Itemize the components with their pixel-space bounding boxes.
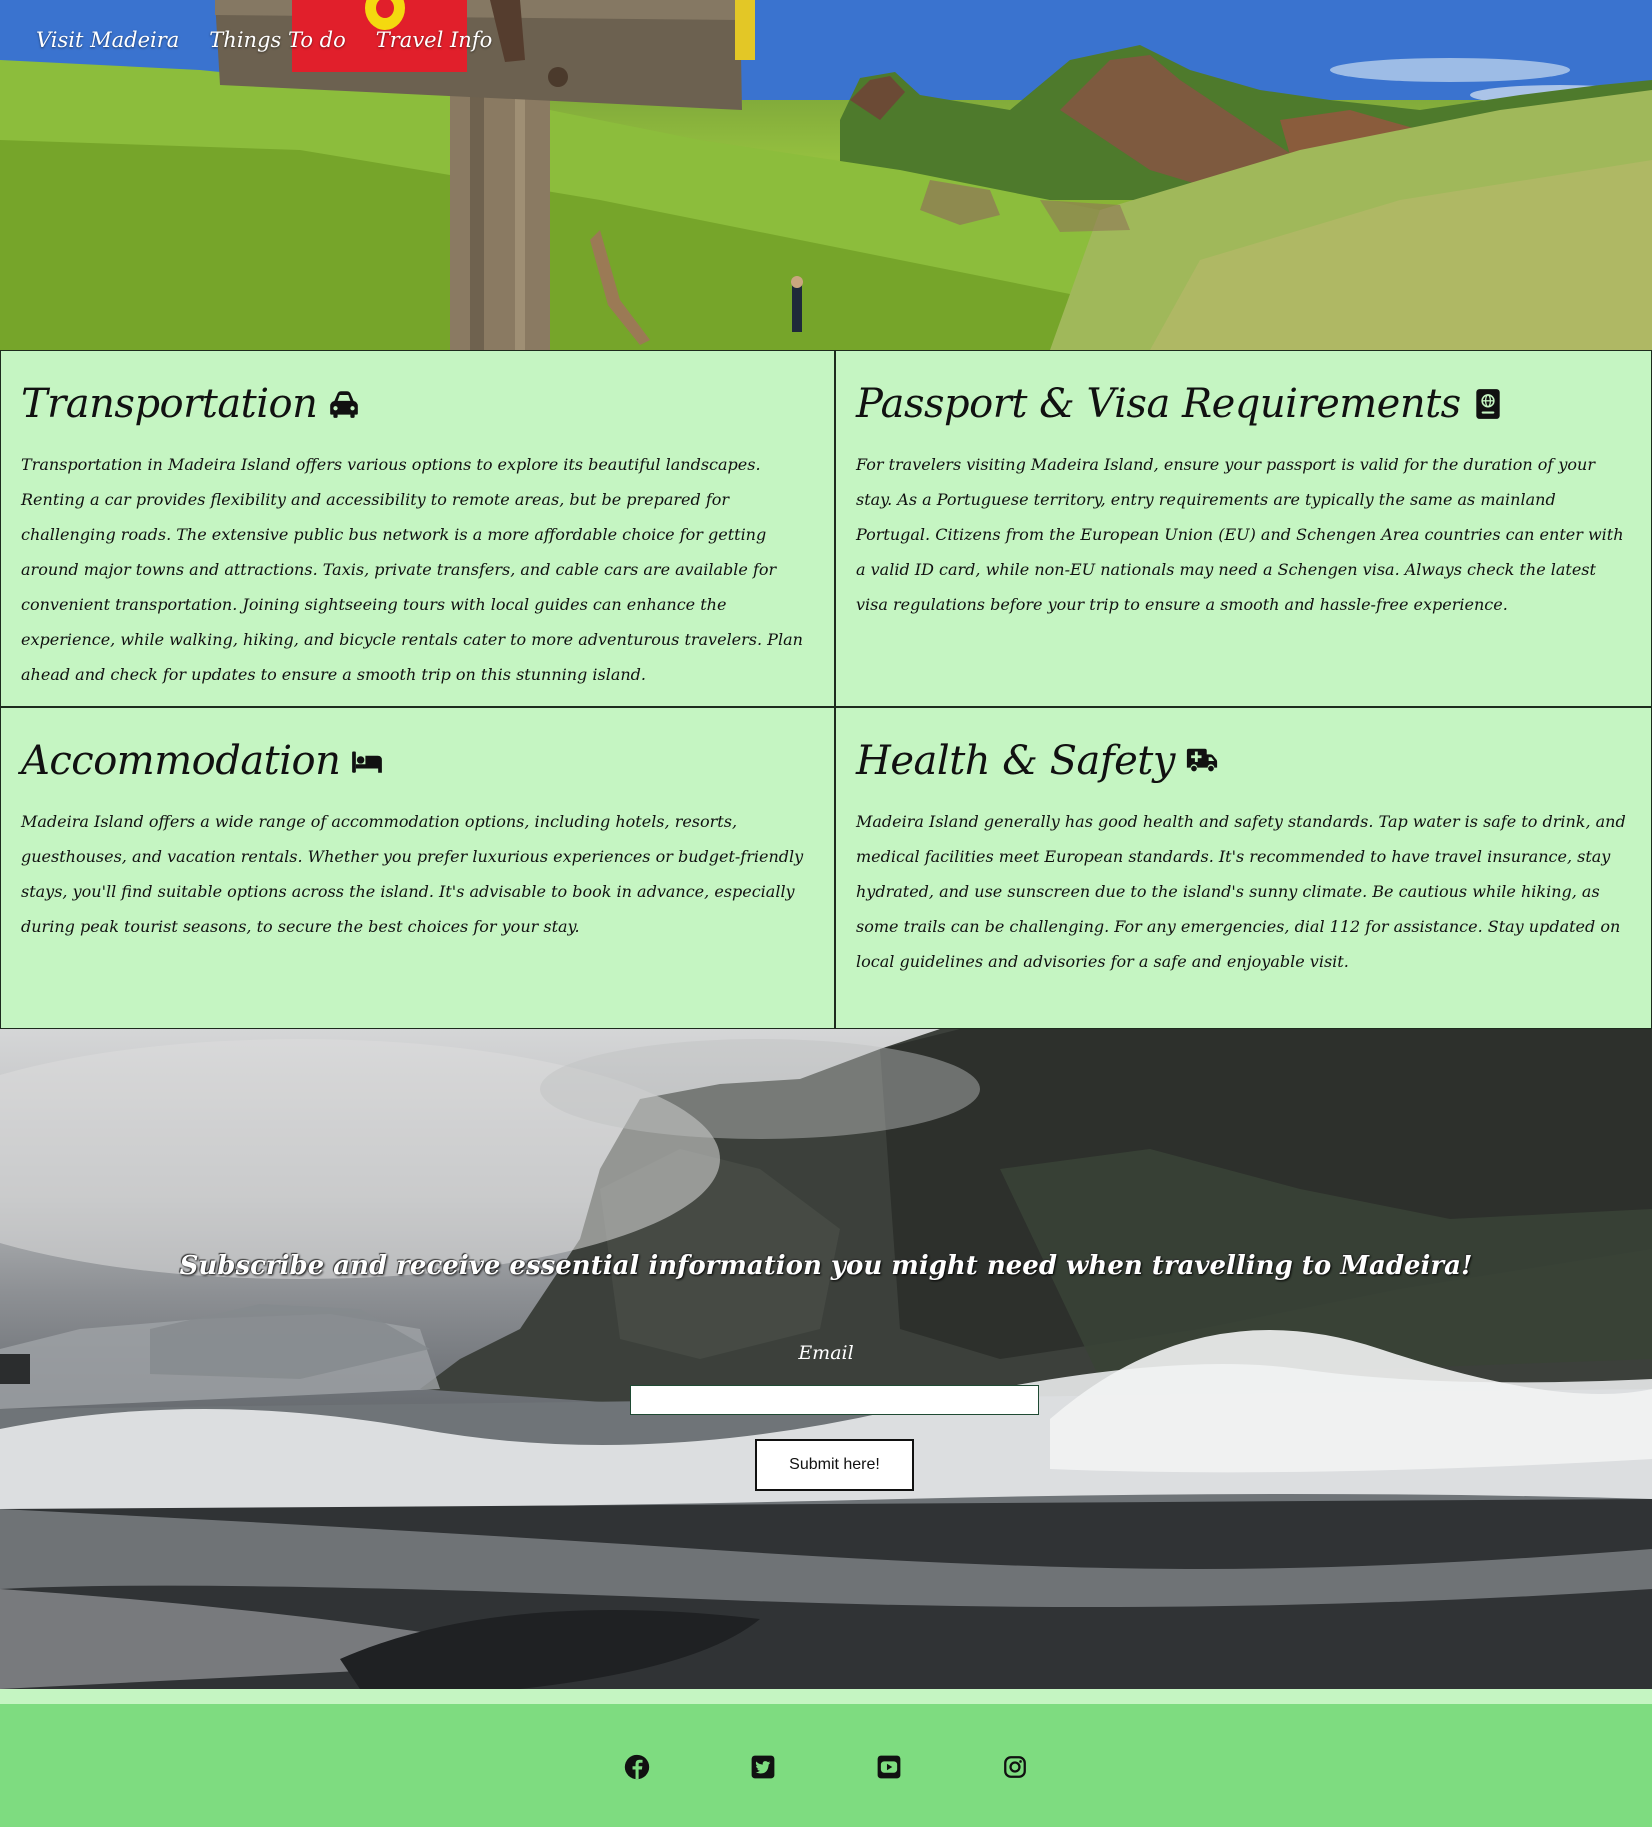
transportation-card: Transportation Transportation in Madeira… [0,350,835,707]
submit-button[interactable]: Submit here! [755,1439,914,1491]
passport-visa-heading: Passport & Visa Requirements [856,381,1631,427]
subscribe-title: Subscribe and receive essential informat… [179,1251,1473,1281]
transportation-heading: Transportation [21,381,814,427]
nav-travel-info[interactable]: Travel Info [376,28,492,52]
email-field[interactable] [630,1385,1039,1415]
hero-banner: Visit Madeira Things To do Travel Info [0,0,1652,350]
subscribe-section: Subscribe and receive essential informat… [0,1029,1652,1689]
car-icon [330,391,359,418]
passport-icon [1476,389,1500,419]
email-label: Email [798,1342,854,1364]
youtube-icon [877,1755,901,1779]
accommodation-text: Madeira Island offers a wide range of ac… [21,812,804,936]
footer-divider [0,1689,1652,1704]
health-safety-card: Health & Safety Madeira Island generally… [835,707,1652,1029]
top-nav: Visit Madeira Things To do Travel Info [36,28,492,52]
hero-landscape-image [0,0,1652,350]
accommodation-title: Accommodation [21,738,341,784]
facebook-link[interactable] [624,1754,650,1780]
accommodation-heading: Accommodation [21,738,814,784]
accommodation-card: Accommodation Madeira Island offers a wi… [0,707,835,1029]
youtube-link[interactable] [876,1754,902,1780]
ambulance-icon [1186,748,1218,772]
instagram-icon [1004,1756,1026,1778]
footer [0,1704,1652,1827]
travel-info-grid: Transportation Transportation in Madeira… [0,350,1652,1029]
twitter-icon [751,1755,775,1779]
nav-visit-madeira[interactable]: Visit Madeira [36,28,179,52]
transportation-title: Transportation [21,381,318,427]
bed-icon [352,751,383,773]
passport-visa-text: For travelers visiting Madeira Island, e… [856,455,1624,614]
twitter-link[interactable] [750,1754,776,1780]
health-safety-heading: Health & Safety [856,738,1631,784]
health-safety-text: Madeira Island generally has good health… [856,812,1626,971]
passport-visa-title: Passport & Visa Requirements [856,381,1461,427]
facebook-icon [624,1754,650,1780]
instagram-link[interactable] [1002,1754,1028,1780]
nav-things-to-do[interactable]: Things To do [209,28,345,52]
passport-visa-card: Passport & Visa Requirements For travele… [835,350,1652,707]
transportation-text: Transportation in Madeira Island offers … [21,455,803,684]
health-safety-title: Health & Safety [856,738,1175,784]
